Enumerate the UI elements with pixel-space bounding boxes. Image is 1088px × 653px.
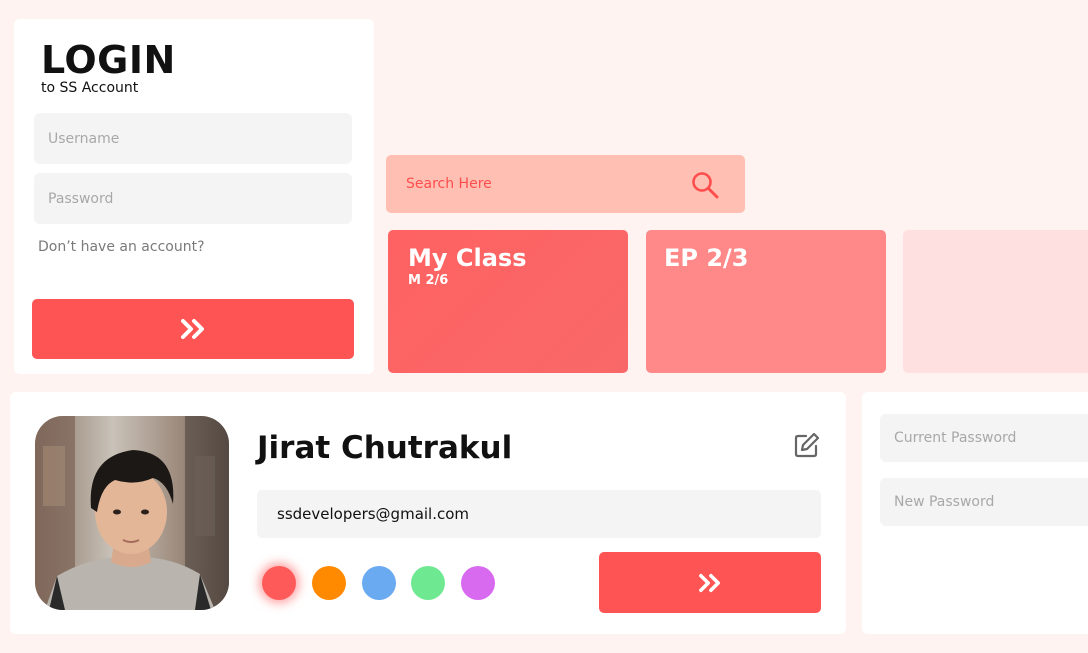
avatar-photo [35,416,229,610]
email-field[interactable]: ssdevelopers@gmail.com [257,490,821,538]
login-submit-button[interactable] [32,299,354,359]
password-input[interactable] [34,173,352,224]
app-canvas: LOGIN to SS Account Don’t have an accoun… [0,0,1088,653]
search-input[interactable] [386,155,676,213]
color-swatch-blue[interactable] [362,566,396,600]
search-bar [386,155,745,213]
tile-my-class[interactable]: My Class M 2/6 [388,230,628,373]
double-chevron-right-icon [699,573,720,592]
tile-subtitle: M 2/6 [408,273,449,288]
tile-title: My Class [408,244,527,272]
profile-save-button[interactable] [599,552,821,613]
profile-card: Jirat Chutrakul ssdevelopers@gmail.com [10,392,846,634]
login-title: LOGIN [41,38,176,82]
avatar [35,416,229,610]
double-chevron-right-icon [181,319,204,339]
tile-empty[interactable] [903,230,1088,373]
username-input[interactable] [34,113,352,164]
signup-link[interactable]: Don’t have an account? [38,239,205,255]
login-card: LOGIN to SS Account Don’t have an accoun… [14,19,374,374]
color-swatch-green[interactable] [411,566,445,600]
tile-title: EP 2/3 [664,244,749,272]
password-card [862,392,1088,634]
profile-name: Jirat Chutrakul [257,430,513,466]
current-password-input[interactable] [880,414,1088,462]
edit-icon[interactable] [794,432,820,458]
search-icon[interactable] [690,170,720,200]
color-swatch-orange[interactable] [312,566,346,600]
color-swatch-purple[interactable] [461,566,495,600]
color-swatch-red[interactable] [262,566,296,600]
login-subtitle: to SS Account [41,80,139,96]
tile-ep[interactable]: EP 2/3 [646,230,886,373]
new-password-input[interactable] [880,478,1088,526]
